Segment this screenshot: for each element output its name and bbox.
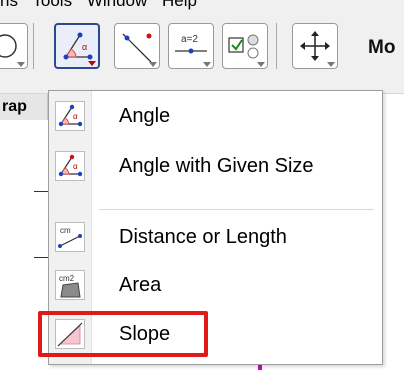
toolbar-separator (33, 23, 34, 69)
distance-length-icon: cm (55, 222, 85, 252)
slope-highlight-box (38, 311, 208, 357)
svg-text:α: α (73, 162, 78, 171)
menu-window[interactable]: Window (87, 0, 147, 10)
move-graphics-view-tool-button[interactable] (292, 23, 338, 69)
graphics-panel-header: rap (0, 94, 48, 120)
menu-item-label: Area (119, 274, 162, 296)
svg-text:a=2: a=2 (181, 34, 198, 45)
slider-tool-button[interactable]: a=2 (168, 23, 214, 69)
svg-text:α: α (73, 112, 78, 121)
menu-item-label: Distance or Length (119, 226, 287, 248)
menu-item-angle[interactable]: α Angle (49, 97, 382, 137)
circle-tool-button[interactable] (0, 23, 28, 69)
line-tool-button[interactable] (114, 23, 160, 69)
menu-item-label: Angle (119, 105, 171, 127)
dropdown-arrow-icon (17, 62, 25, 67)
icon-unit-text: cm2 (59, 274, 75, 283)
dropdown-arrow-icon (149, 62, 157, 67)
dropdown-arrow-icon (327, 62, 335, 67)
angle-icon: α (55, 101, 85, 131)
menu-item-angle-given-size[interactable]: α Angle with Given Size (49, 147, 382, 187)
angle-tool-button[interactable]: α (54, 23, 100, 69)
menu-item-distance-length[interactable]: cm Distance or Length (49, 218, 382, 258)
toolbar-separator (276, 23, 277, 69)
toolbar: α a=2 Mo (0, 11, 404, 94)
menu-item-area[interactable]: cm2 Area (49, 266, 382, 306)
dropdown-arrow-icon (203, 62, 211, 67)
icon-unit-text: cm (60, 226, 71, 235)
menu-item-label: Angle with Given Size (119, 155, 314, 177)
axis-tick (34, 191, 48, 192)
dropdown-arrow-icon (88, 61, 96, 66)
angle-given-size-icon: α (55, 151, 85, 181)
svg-text:α: α (82, 42, 87, 52)
menu-partial-item[interactable]: ns (0, 0, 18, 10)
axis-tick (34, 257, 48, 258)
menu-separator (99, 209, 374, 210)
area-icon: cm2 (55, 270, 85, 300)
menu-help[interactable]: Help (162, 0, 197, 10)
dropdown-arrow-icon (257, 62, 265, 67)
mode-label: Mo (368, 37, 396, 58)
menu-bar: ns Tools Window Help (0, 0, 404, 11)
menu-tools[interactable]: Tools (32, 0, 72, 10)
checkbox-tool-button[interactable] (222, 23, 268, 69)
